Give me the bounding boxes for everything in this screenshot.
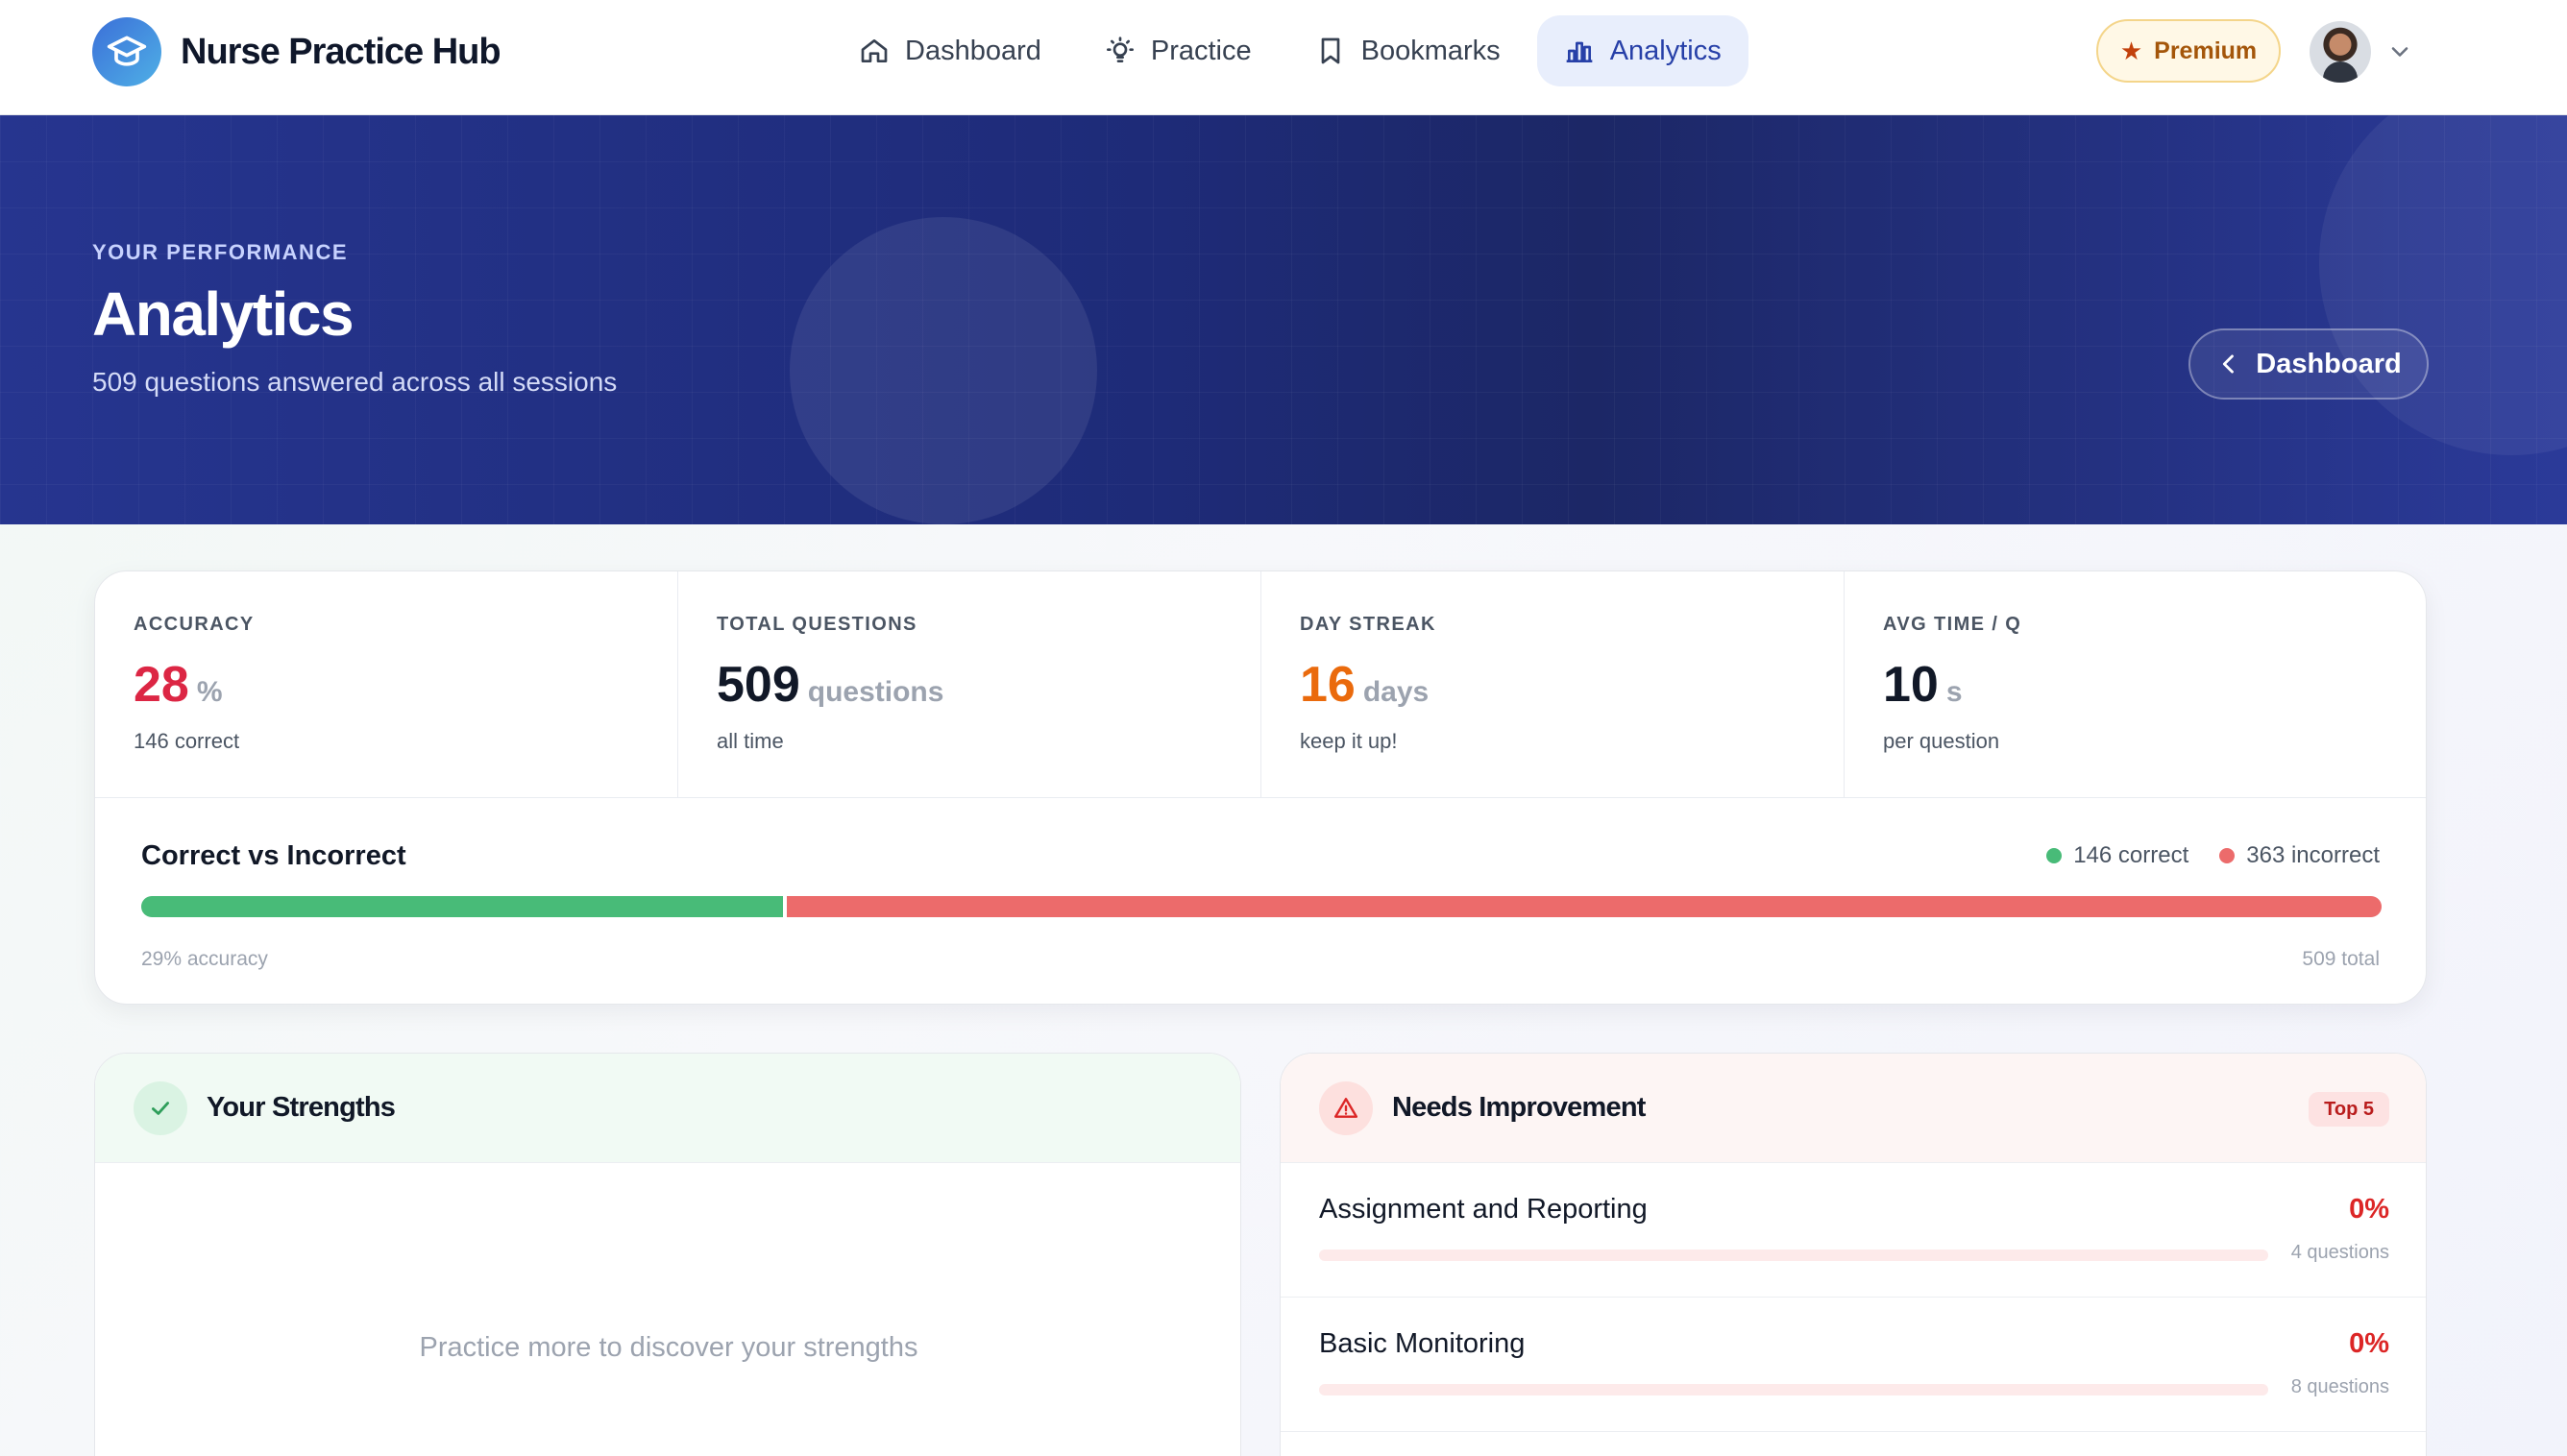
avatar-shoulders bbox=[2323, 61, 2358, 83]
stat-label: TOTAL QUESTIONS bbox=[717, 614, 917, 635]
stat-value-group: 16 days bbox=[1300, 656, 1429, 714]
premium-label: Premium bbox=[2154, 36, 2258, 64]
topic-progress-track bbox=[1319, 1384, 2268, 1395]
stat-unit: s bbox=[1945, 676, 1963, 708]
topic-name: Assignment and Reporting bbox=[1319, 1194, 1648, 1225]
incorrect-dot-icon bbox=[2219, 848, 2236, 863]
stat-label: AVG TIME / Q bbox=[1883, 614, 2022, 635]
stat-value: 16 bbox=[1300, 657, 1356, 713]
stat-note: 146 correct bbox=[134, 729, 240, 753]
accuracy-caption: 29% accuracy bbox=[141, 948, 268, 970]
back-to-dashboard-button[interactable]: Dashboard bbox=[2188, 328, 2429, 400]
top-five-badge: Top 5 bbox=[2309, 1092, 2389, 1127]
improvement-row[interactable]: Assignment and Reporting 0% 4 questions bbox=[1281, 1163, 2426, 1298]
hero-eyebrow: YOUR PERFORMANCE bbox=[92, 240, 349, 264]
stat-label: ACCURACY bbox=[134, 614, 255, 635]
stat-label: DAY STREAK bbox=[1300, 614, 1436, 635]
legend-incorrect-label: 363 incorrect bbox=[2246, 842, 2380, 868]
correct-vs-incorrect-bar bbox=[141, 896, 2382, 917]
hero-grid-pattern bbox=[0, 115, 2567, 524]
star-icon: ★ bbox=[2119, 36, 2143, 65]
stat-note: per question bbox=[1883, 729, 2000, 753]
nav-analytics-label: Analytics bbox=[1609, 35, 1722, 66]
stat-note: keep it up! bbox=[1300, 729, 1398, 753]
stat-value: 28 bbox=[134, 657, 189, 713]
warning-triangle-icon bbox=[1319, 1080, 1373, 1135]
bookmark-icon bbox=[1321, 37, 1339, 64]
improvement-row[interactable]: Basic Monitoring 0% 8 questions bbox=[1281, 1298, 2426, 1432]
correct-vs-incorrect-title: Correct vs Incorrect bbox=[141, 840, 406, 871]
legend-correct: 146 correct bbox=[2046, 842, 2188, 869]
stat-value-group: 509 questions bbox=[717, 656, 943, 714]
stat-value-group: 10 s bbox=[1883, 656, 1963, 714]
correct-segment bbox=[141, 896, 783, 917]
incorrect-segment bbox=[786, 896, 2382, 917]
user-avatar[interactable] bbox=[2310, 21, 2371, 83]
topic-percent: 0% bbox=[2349, 1194, 2389, 1225]
graduation-cap-logo-icon bbox=[92, 17, 161, 86]
stat-tiles: ACCURACY 28 % 146 correct TOTAL QUESTION… bbox=[95, 571, 2426, 798]
hero-decoration-circle bbox=[790, 217, 1097, 524]
stat-value-group: 28 % bbox=[134, 656, 223, 714]
stat-day-streak: DAY STREAK 16 days keep it up! bbox=[1261, 571, 1845, 798]
nav-practice[interactable]: Practice bbox=[1078, 15, 1279, 86]
lightbulb-icon bbox=[1106, 36, 1134, 62]
nav-dashboard-label: Dashboard bbox=[905, 35, 1041, 66]
chevron-down-icon[interactable] bbox=[2386, 38, 2413, 65]
stat-value: 10 bbox=[1883, 657, 1939, 713]
stat-total-questions: TOTAL QUESTIONS 509 questions all time bbox=[678, 571, 1261, 798]
correct-vs-incorrect-legend: 146 correct 363 incorrect bbox=[2016, 842, 2380, 869]
topic-name: Basic Monitoring bbox=[1319, 1328, 1526, 1359]
nav-practice-label: Practice bbox=[1150, 35, 1252, 66]
strengths-title: Your Strengths bbox=[207, 1092, 396, 1123]
back-button-label: Dashboard bbox=[2256, 348, 2402, 379]
topic-percent: 0% bbox=[2349, 1328, 2389, 1359]
stat-note: all time bbox=[717, 729, 784, 753]
nav-dashboard[interactable]: Dashboard bbox=[832, 15, 1068, 86]
chevron-left-icon bbox=[2223, 354, 2235, 374]
topic-question-count: 8 questions bbox=[2290, 1376, 2389, 1397]
topic-progress-track bbox=[1319, 1250, 2268, 1261]
needs-improvement-panel: Needs Improvement Top 5 Assignment and R… bbox=[1280, 1053, 2427, 1456]
strengths-empty-message: Practice more to discover your strengths bbox=[419, 1332, 918, 1363]
nav-analytics[interactable]: Analytics bbox=[1536, 15, 1748, 86]
stat-unit: % bbox=[196, 676, 223, 708]
stat-value: 509 bbox=[717, 657, 800, 713]
stat-accuracy: ACCURACY 28 % 146 correct bbox=[95, 571, 678, 798]
brand-home-link[interactable]: Nurse Practice Hub bbox=[92, 17, 501, 86]
check-icon bbox=[134, 1080, 187, 1135]
premium-button[interactable]: ★ Premium bbox=[2096, 19, 2281, 83]
stat-avg-time: AVG TIME / Q 10 s per question bbox=[1845, 571, 2426, 798]
stat-unit: questions bbox=[807, 676, 944, 708]
performance-summary-card: ACCURACY 28 % 146 correct TOTAL QUESTION… bbox=[94, 570, 2427, 1005]
main-nav: Dashboard Practice Bookmarks Analytics bbox=[832, 15, 1758, 86]
brand-name: Nurse Practice Hub bbox=[181, 31, 501, 72]
nav-bookmarks[interactable]: Bookmarks bbox=[1288, 15, 1528, 86]
strengths-panel: Your Strengths Practice more to discover… bbox=[94, 1053, 1241, 1456]
topic-question-count: 4 questions bbox=[2290, 1242, 2389, 1263]
page-subtitle: 509 questions answered across all sessio… bbox=[92, 367, 618, 397]
total-caption: 509 total bbox=[2302, 948, 2380, 970]
page-title: Analytics bbox=[92, 279, 354, 349]
nav-bookmarks-label: Bookmarks bbox=[1360, 35, 1501, 66]
top-navigation-bar: Nurse Practice Hub Dashboard Practice Bo… bbox=[0, 0, 2567, 115]
correct-dot-icon bbox=[2046, 848, 2063, 863]
legend-incorrect: 363 incorrect bbox=[2219, 842, 2380, 869]
stat-unit: days bbox=[1362, 676, 1430, 708]
analytics-hero: YOUR PERFORMANCE Analytics 509 questions… bbox=[0, 115, 2567, 524]
needs-improvement-header: Needs Improvement Top 5 bbox=[1281, 1054, 2426, 1163]
bar-chart-icon bbox=[1566, 41, 1593, 62]
strengths-header: Your Strengths bbox=[95, 1054, 1240, 1163]
home-icon bbox=[861, 39, 888, 62]
legend-correct-label: 146 correct bbox=[2073, 842, 2189, 868]
needs-improvement-title: Needs Improvement bbox=[1392, 1092, 1646, 1123]
